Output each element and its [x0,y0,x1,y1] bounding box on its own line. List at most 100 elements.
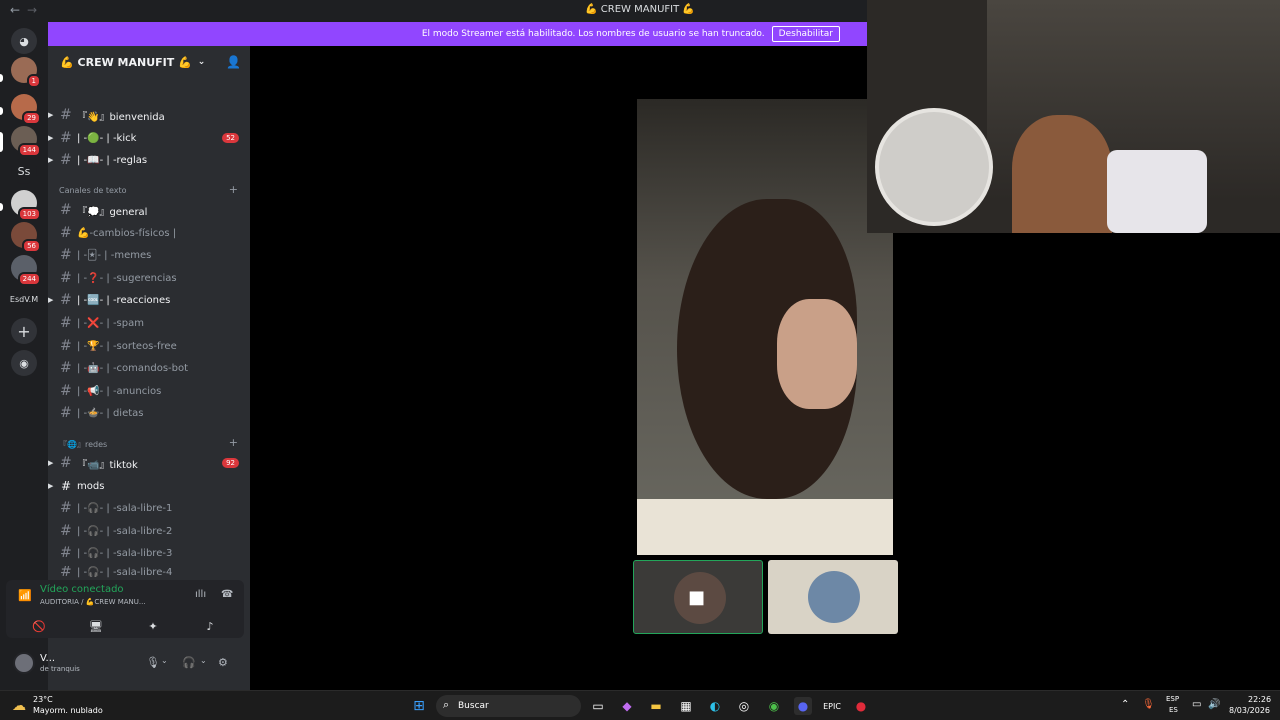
store-icon[interactable]: ▦ [677,697,695,715]
display-icon[interactable]: ▭ [1192,699,1201,710]
signal-icon[interactable]: 📶 [18,589,32,602]
selected-pip [0,132,3,152]
epic-games-icon[interactable]: EPIC [823,697,841,715]
channel-memes[interactable]: # | -🃏- | -memes [48,245,250,265]
channel-sala-libre-1[interactable]: # | -🎧- | -sala-libre-1 [48,498,250,518]
invite-people-icon[interactable]: 👤 [226,55,241,69]
clock-time[interactable]: 22:26 [1248,695,1271,704]
temperature[interactable]: 23°C [33,695,53,704]
main-video-stream[interactable] [637,99,893,555]
chevron-down-icon[interactable]: ⌄ [200,656,207,665]
participant-tile-1[interactable]: ■ [633,560,763,634]
camera-icon: ■ [688,587,706,608]
disconnect-icon[interactable]: ☎ [221,589,233,600]
add-server-icon[interactable]: + [11,318,37,344]
user-panel: V... de tranquis 🎙 ⌄ 🎧 ⌄ ⚙ [6,645,244,681]
server-icon-6[interactable]: 56 [11,222,41,253]
activities-button[interactable]: ✦ [128,616,178,636]
username[interactable]: V... [40,653,55,664]
server-badge: 29 [22,111,41,125]
chevron-down-icon[interactable]: ⌄ [161,656,168,665]
channel-label: | -❓- | -sugerencias [77,272,177,284]
channel-sorteos-free[interactable]: # | -🏆- | -sorteos-free [48,336,250,356]
windows-taskbar: ☁ 23°C Mayorm. nublado ⊞ ⌕ Buscar ▭ ◆ ▬ … [0,690,1280,720]
voice-connection-panel: 📶 Vídeo conectado AUDITORIA / 💪CREW MANU… [6,580,244,638]
app-icon[interactable]: ◎ [735,697,753,715]
server-icon-esdvm[interactable]: EsdV.M [9,286,39,312]
participant-tile-2[interactable] [768,560,898,634]
channel-sala-libre-2[interactable]: # | -🎧- | -sala-libre-2 [48,521,250,541]
channel-label: 💪-cambios-físicos | [77,227,177,239]
search-icon: ⌕ [443,698,450,711]
server-icon-3[interactable]: 144 [11,126,41,157]
windows-start-icon[interactable]: ⊞ [410,697,428,715]
category-text-channels[interactable]: Canales de texto [59,186,127,195]
input-language[interactable]: ESP [1166,695,1179,703]
clock-date[interactable]: 8/03/2026 [1229,706,1270,715]
file-explorer-icon[interactable]: ▬ [647,697,665,715]
category-mods[interactable]: ▶ # mods [48,476,250,496]
channel-cambios-fisicos[interactable]: # 💪-cambios-físicos | [48,223,250,243]
channel-bienvenida[interactable]: ▶ # 『👋』bienvenida [48,105,250,125]
channel-spam[interactable]: # | -❌- | -spam [48,313,250,333]
explore-icon[interactable]: ◉ [11,350,37,376]
channel-tiktok[interactable]: ▶ # 『📹』tiktok 92 [48,453,250,473]
category-redes[interactable]: 『🌐』redes [59,439,107,450]
channel-label: | -🆒- | -reacciones [77,294,171,306]
hash-icon: # [60,270,72,286]
input-layout[interactable]: ES [1169,706,1178,714]
speaker-icon[interactable]: 🔊 [1208,699,1220,710]
search-input[interactable]: ⌕ Buscar [436,695,581,717]
channel-sugerencias[interactable]: # | -❓- | -sugerencias [48,268,250,288]
user-status: de tranquis [40,665,80,673]
camera-off-button[interactable]: 🚫 [14,616,64,636]
voice-location[interactable]: AUDITORIA / 💪CREW MANU... [40,598,146,606]
hash-icon: # [60,523,72,539]
task-view-icon[interactable]: ▭ [589,697,607,715]
channel-label: | -🎧- | -sala-libre-4 [77,566,173,578]
gear-icon[interactable]: ⚙ [218,656,228,669]
soundboard-button[interactable]: ♪ [185,616,235,636]
channel-reglas[interactable]: ▶ # | -📖- | -reglas [48,150,250,170]
screen-share-button[interactable]: 🖥 [71,616,121,636]
channel-label: 『👋』bienvenida [77,111,165,123]
server-icon-1[interactable]: 1 [11,57,41,88]
server-icon-5[interactable]: 103 [11,190,41,221]
webcam-streamer [1012,115,1112,233]
server-header[interactable]: 💪 CREW MANUFIT 💪 ⌄ [48,46,250,78]
weather-description[interactable]: Mayorm. nublado [33,706,103,715]
discord-home-icon[interactable]: ◕ [11,28,37,54]
channel-label: 『📹』tiktok [77,459,138,471]
channel-general[interactable]: # 『💭』general [48,200,250,220]
channel-anuncios[interactable]: # | -📢- | -anuncios [48,381,250,401]
channel-sala-libre-4[interactable]: # | -🎧- | -sala-libre-4 [48,566,250,578]
channel-sala-libre-3[interactable]: # | -🎧- | -sala-libre-3 [48,543,250,563]
server-icon-ss[interactable]: Ss [11,158,37,184]
headphones-icon[interactable]: 🎧 [182,656,196,669]
chevron-up-icon[interactable]: ⌃ [1121,699,1129,710]
microphone-icon[interactable]: 🎙 [146,656,160,669]
chrome-icon[interactable]: ◉ [765,697,783,715]
video-subject-face [777,299,857,409]
create-channel-icon[interactable]: + [229,183,238,196]
channel-comandos-bot[interactable]: # | -🤖- | -comandos-bot [48,358,250,378]
noise-suppression-icon[interactable]: ıllı [195,589,206,600]
hash-icon: # [60,545,72,561]
channel-kick[interactable]: ▶ # | -🟢- | -kick 52 [48,128,250,148]
server-icon-2[interactable]: 29 [11,94,41,125]
edge-icon[interactable]: ◐ [706,697,724,715]
weather-icon[interactable]: ☁ [12,698,26,714]
channel-reacciones[interactable]: ▶ # | -🆒- | -reacciones [48,290,250,310]
search-placeholder: Buscar [458,701,489,711]
microphone-icon[interactable]: 🎙 [1142,699,1155,710]
create-channel-icon[interactable]: + [229,436,238,449]
channel-dietas[interactable]: # | -🍲- | dietas [48,403,250,423]
avatar[interactable] [13,652,35,674]
discord-taskbar-icon[interactable]: ● [794,697,812,715]
disable-streamer-button[interactable]: Deshabilitar [771,26,840,42]
server-badge: 244 [17,272,41,286]
copilot-icon[interactable]: ◆ [618,697,636,715]
hash-icon: # [60,360,72,376]
app-icon-red[interactable]: ● [852,697,870,715]
server-icon-7[interactable]: 244 [11,255,41,286]
